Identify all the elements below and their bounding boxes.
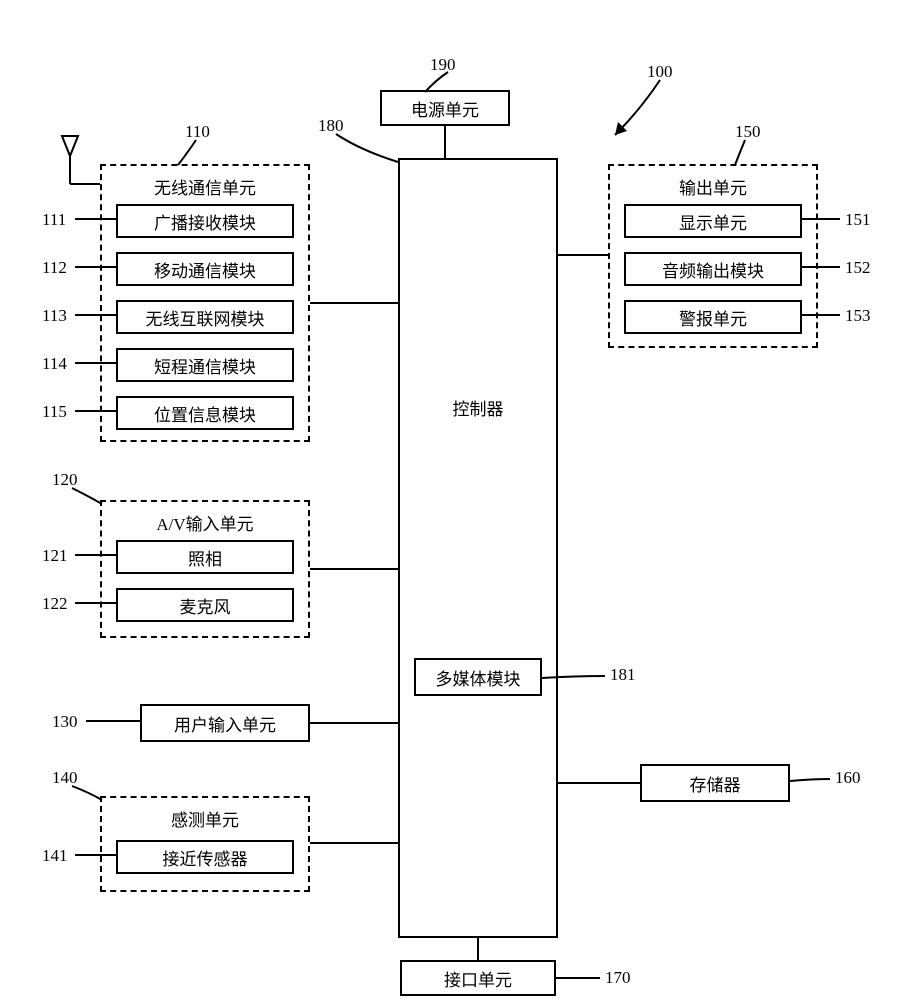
conn-interface-controller: [477, 938, 479, 960]
lead-170: [0, 0, 909, 1000]
